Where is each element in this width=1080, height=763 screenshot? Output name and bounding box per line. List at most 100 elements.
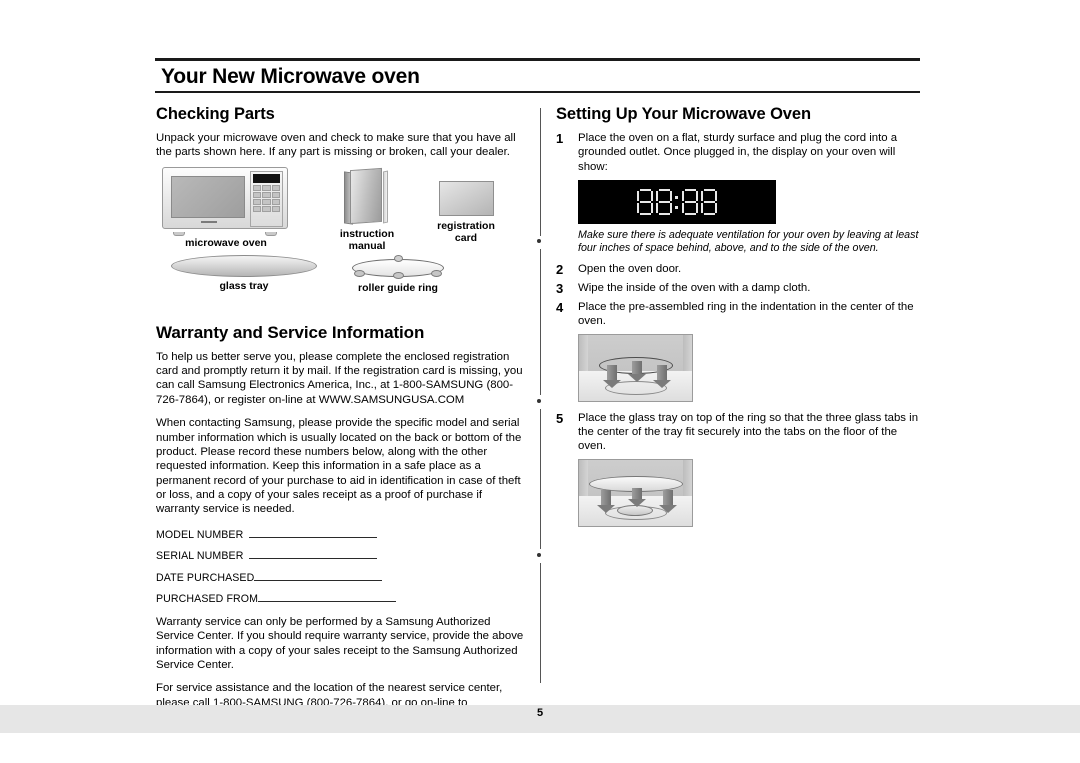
down-arrow-icon [597,489,615,513]
oven-control-panel [250,170,283,227]
step-1-number: 1 [556,131,564,146]
keypad-key [271,191,280,198]
step-5-number: 5 [556,410,564,426]
ring-placement-figure [578,333,693,402]
seven-segment-digit [701,189,717,216]
form-row-date-purchased: DATE PURCHASED [156,569,528,584]
glass-tray-label: glass tray [219,279,269,292]
setup-step-5: 5 Place the glass tray on top of the rin… [556,411,924,454]
registration-card-figure: registration card [412,180,520,245]
serial-number-input[interactable] [249,547,378,560]
model-number-label: MODEL NUMBER [156,528,244,541]
instruction-manual-label-line2: manual [348,239,386,252]
date-purchased-input[interactable] [254,569,383,581]
glass-tray-figure: glass tray [170,254,318,293]
product-record-form: MODEL NUMBER SERIAL NUMBER DATE PURCHASE… [156,526,528,605]
purchased-from-input[interactable] [258,590,397,603]
keypad-key [271,205,280,212]
checking-parts-intro: Unpack your microwave oven and check to … [156,132,516,159]
down-arrow-icon [628,487,646,507]
down-arrow-icon [653,364,671,388]
keypad-key [262,198,271,205]
keypad-key [271,184,280,191]
setup-step-2: 2 Open the oven door. [556,262,924,277]
warranty-paragraph-1: To help us better serve you, please comp… [156,350,523,406]
page-title: Your New Microwave oven [161,65,420,88]
seven-segment-digit [656,189,672,216]
keypad-key [253,205,262,212]
down-arrow-icon [628,360,646,382]
column-divider-dot-1 [537,239,541,243]
registration-card-label-line1: registration [437,219,495,232]
warranty-paragraph-3: Warranty service can only be performed b… [156,616,524,672]
instruction-manual-figure: instruction manual [321,167,413,253]
oven-display-figure [578,180,776,225]
form-row-model-number: MODEL NUMBER [156,526,528,541]
manual-cover [350,167,382,224]
instruction-manual-label-line1: instruction [339,227,395,240]
oven-foot-right [265,231,277,236]
oven-panel-display [253,173,280,183]
seven-segment-digit [637,189,653,216]
ventilation-note: Make sure there is adequate ventilation … [578,229,919,255]
step-3-number: 3 [556,280,564,296]
manual-page-edge [383,170,388,224]
header-rule-bottom [155,91,920,94]
oven-keypad [253,184,280,212]
registration-card-label-line2: card [454,231,478,244]
seven-segment-digit [682,189,698,216]
checking-parts-heading: Checking Parts [156,105,275,123]
keypad-key [262,184,271,191]
tray-placement-figure [578,458,693,527]
right-column: Setting Up Your Microwave Oven 1 Place t… [556,105,924,536]
model-number-input[interactable] [249,526,378,538]
page-header: Your New Microwave oven [155,58,920,94]
warranty-paragraph-2: When contacting Samsung, please provide … [156,417,522,516]
column-divider-segment-3 [540,409,541,549]
step-4-text: Place the pre-assembled ring in the inde… [578,300,914,328]
form-row-serial-number: SERIAL NUMBER [156,547,528,562]
setup-step-3: 3 Wipe the inside of the oven with a dam… [556,281,924,296]
keypad-key [253,184,262,191]
microwave-oven-figure: microwave oven [162,166,290,250]
down-arrow-icon [603,364,621,388]
setting-up-heading: Setting Up Your Microwave Oven [556,105,811,123]
oven-body-icon [162,166,288,236]
step-5-text: Place the glass tray on top of the ring … [578,411,919,453]
purchased-from-label: PURCHASED FROM [156,593,259,606]
roller-guide-ring-label: roller guide ring [358,281,438,294]
oven-door-window [171,175,245,218]
parts-figure-group: microwave oven instruction manual regist… [156,166,528,317]
column-divider-dot-3 [537,553,541,557]
roller-guide-ring-figure: roller guide ring [324,253,472,295]
seven-segment-readout [578,189,776,216]
keypad-key [271,198,280,205]
ring-roller [393,271,404,279]
registration-card-icon [438,180,494,216]
column-divider-segment-1 [540,108,541,236]
oven-door-handle [201,220,217,223]
setup-step-4: 4 Place the pre-assembled ring in the in… [556,300,924,329]
step-4-number: 4 [556,299,564,315]
date-purchased-label: DATE PURCHASED [156,571,255,584]
form-row-purchased-from: PURCHASED FROM [156,590,528,605]
keypad-key [262,191,271,198]
display-colon [675,190,679,214]
roller-guide-ring-icon [352,253,444,279]
column-divider-dot-2 [537,399,541,403]
document-page: Your New Microwave oven Checking Parts U… [0,0,1080,763]
column-divider-segment-4 [540,563,541,683]
step-1-text: Place the oven on a flat, sturdy surface… [578,132,898,173]
ring-roller [354,269,365,277]
ring-roller [431,269,442,277]
ring-hub [394,254,403,262]
keypad-key [262,205,271,212]
serial-number-label: SERIAL NUMBER [156,550,244,563]
warranty-heading: Warranty and Service Information [156,322,425,342]
page-number: 5 [536,707,544,719]
down-arrow-icon [659,489,677,513]
keypad-key [253,191,262,198]
oven-foot-left [173,231,185,236]
setup-step-1: 1 Place the oven on a flat, sturdy surfa… [556,131,924,174]
keypad-key [253,198,262,205]
